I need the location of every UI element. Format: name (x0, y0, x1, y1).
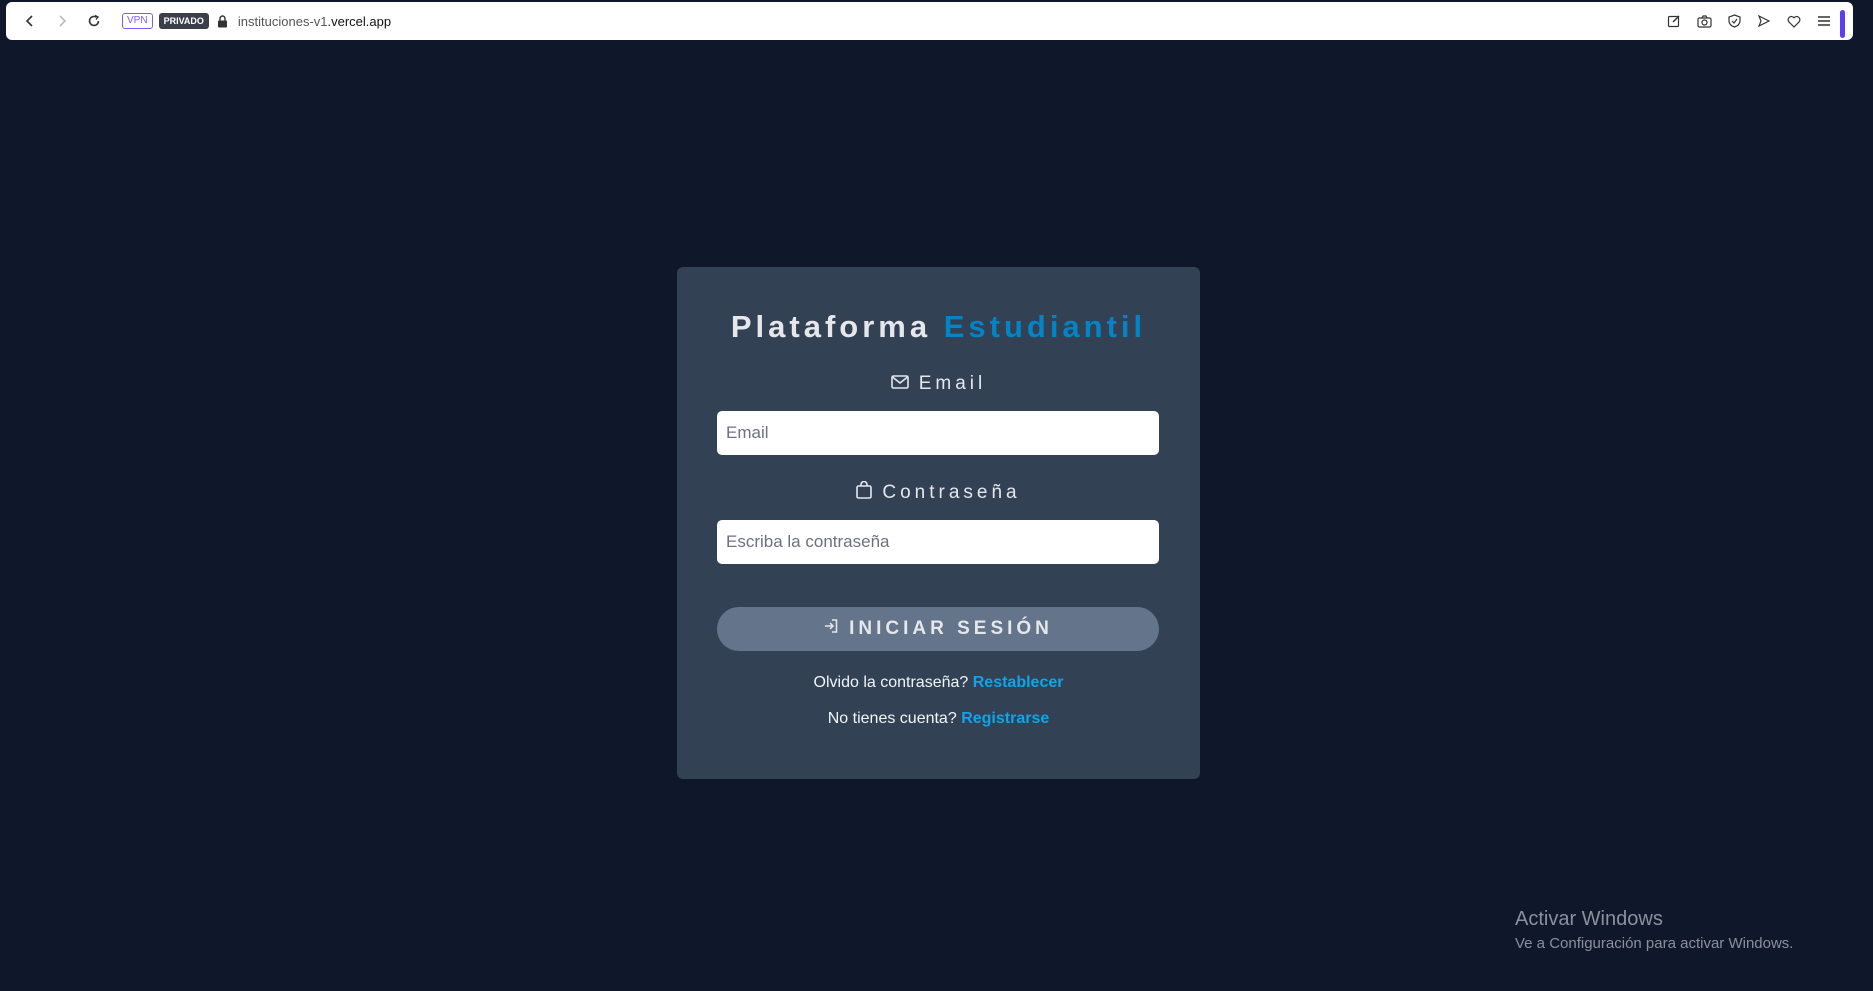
email-label-text: Email (918, 373, 987, 394)
page-title: Plataforma Estudiantil (677, 309, 1200, 345)
private-badge: PRIVADO (158, 13, 209, 29)
forgot-text: Olvido la contraseña? (813, 674, 969, 691)
url-host: instituciones-v1 (237, 13, 328, 29)
sign-in-icon (823, 618, 839, 640)
password-label-text: Contraseña (882, 482, 1021, 503)
envelope-icon (890, 373, 909, 395)
title-main: Plataforma (730, 309, 932, 344)
watermark-subtitle: Ve a Configuración para activar Windows. (1515, 935, 1794, 952)
browser-toolbar: VPN PRIVADO instituciones-v1.vercel.app (6, 2, 1853, 40)
watermark-title: Activar Windows (1515, 908, 1663, 930)
password-field[interactable] (717, 520, 1159, 564)
address-bar[interactable]: instituciones-v1.vercel.app (238, 14, 391, 29)
edit-icon[interactable] (1665, 12, 1683, 30)
forgot-password-row: Olvido la contraseña? Restablecer (677, 674, 1200, 692)
sidebar-toggle[interactable] (1840, 10, 1845, 38)
register-row: No tienes cuenta? Registrarse (677, 710, 1200, 728)
back-icon[interactable] (14, 5, 46, 37)
heart-icon[interactable] (1785, 12, 1803, 30)
login-button[interactable]: INICIAR SESIÓN (717, 607, 1159, 651)
password-label: Contraseña (677, 480, 1200, 505)
reset-password-link[interactable]: Restablecer (973, 674, 1064, 691)
login-button-label: INICIAR SESIÓN (849, 618, 1053, 639)
bag-icon (856, 480, 873, 505)
reload-icon[interactable] (78, 5, 110, 37)
email-field[interactable] (717, 411, 1159, 455)
send-icon[interactable] (1755, 12, 1773, 30)
register-link[interactable]: Registrarse (961, 710, 1049, 727)
email-label: Email (677, 373, 1200, 395)
url-domain: .vercel.app (327, 13, 392, 29)
camera-icon[interactable] (1695, 12, 1713, 30)
windows-activation-watermark: Activar Windows Ve a Configuración para … (1515, 908, 1793, 952)
shield-icon[interactable] (1725, 12, 1743, 30)
lock-icon[interactable] (217, 14, 228, 28)
forward-icon[interactable] (46, 5, 78, 37)
vpn-badge[interactable]: VPN (122, 13, 153, 29)
register-text: No tienes cuenta? (827, 710, 957, 727)
title-accent: Estudiantil (943, 309, 1147, 344)
menu-icon[interactable] (1815, 12, 1833, 30)
login-card: Plataforma Estudiantil Email Contraseña … (677, 267, 1200, 779)
toolbar-actions (1665, 2, 1833, 40)
